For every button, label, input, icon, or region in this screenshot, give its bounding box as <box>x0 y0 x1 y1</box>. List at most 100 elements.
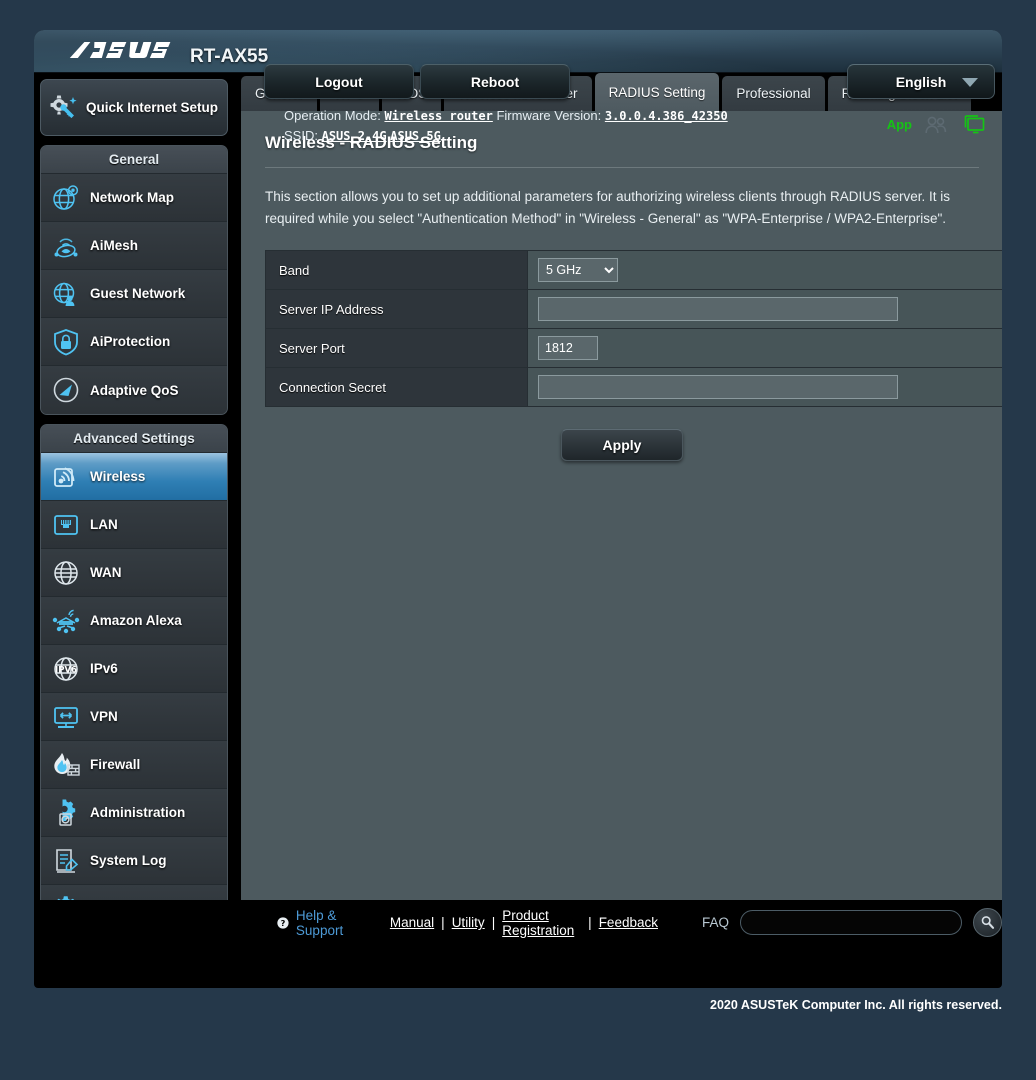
faq-label: FAQ <box>701 915 729 930</box>
language-selector[interactable]: English <box>847 64 995 99</box>
field-value-connection-secret <box>527 367 1002 407</box>
router-model: RT-AX55 <box>190 46 269 67</box>
band-select[interactable]: 5 GHz <box>538 258 618 282</box>
quick-internet-setup-button[interactable]: Quick Internet Setup <box>40 79 228 136</box>
brand: RT-AX55 <box>68 38 268 68</box>
footer-link-utility[interactable]: Utility <box>452 915 485 930</box>
sidebar-item-network-map[interactable]: Network Map <box>41 174 227 222</box>
quick-internet-setup-icon <box>50 95 77 118</box>
sidebar-item-label: Wireless <box>90 469 146 484</box>
asus-logo <box>67 38 178 68</box>
copyright-text: 2020 ASUSTeK Computer Inc. All rights re… <box>710 998 1002 1012</box>
chevron-down-icon <box>962 78 978 87</box>
sidebar-item-label: LAN <box>90 517 118 532</box>
faq-search-input[interactable] <box>740 910 962 935</box>
footer-link-product-registration[interactable]: Product Registration <box>502 908 581 938</box>
field-label-server-ip: Server IP Address <box>265 289 528 329</box>
nav-group-advanced-title: Advanced Settings <box>41 425 227 453</box>
faq-search-button[interactable] <box>973 908 1002 937</box>
firmware-value[interactable]: 3.0.0.4.386_42350 <box>605 109 728 123</box>
ssid-line: SSID: ASUS_2.4G ASUS_5G <box>284 126 728 146</box>
sidebar-item-label: AiMesh <box>90 238 139 253</box>
aimesh-icon <box>54 238 78 257</box>
help-support-group: ? Help & Support <box>277 908 374 938</box>
sidebar-item-ipv6[interactable]: IPV6 IPv6 <box>41 645 227 693</box>
field-label-server-port: Server Port <box>265 328 528 368</box>
footer-separator: | <box>588 915 592 930</box>
field-label-connection-secret: Connection Secret <box>265 367 528 407</box>
sidebar-item-vpn[interactable]: VPN <box>41 693 227 741</box>
sidebar-item-administration[interactable]: Administration <box>41 789 227 837</box>
lan-port-icon <box>54 514 78 535</box>
footer-link-manual[interactable]: Manual <box>390 915 434 930</box>
field-label-band: Band <box>265 250 528 290</box>
administration-gear-icon <box>59 798 76 826</box>
router-admin-page: RT-AX55 Logout Reboot English Operation … <box>0 0 1036 1080</box>
app-shortcut-row: App <box>887 114 986 135</box>
ipv6-icon: IPV6 <box>54 656 78 681</box>
network-map-icon <box>53 184 79 210</box>
tab-professional[interactable]: Professional <box>722 76 825 111</box>
sidebar-item-aimesh[interactable]: AiMesh <box>41 222 227 270</box>
sidebar-item-label: Administration <box>90 805 186 820</box>
wan-globe-icon <box>54 560 78 585</box>
adaptive-qos-gauge-icon <box>53 377 79 403</box>
nav-group-advanced-settings: Advanced Settings Wireless LAN WAN Amazo… <box>40 424 228 934</box>
logout-button[interactable]: Logout <box>264 64 414 99</box>
sidebar-item-adaptive-qos[interactable]: Adaptive QoS <box>41 366 227 414</box>
sidebar-item-aiprotection[interactable]: AiProtection <box>41 318 227 366</box>
sidebar-item-firewall[interactable]: Firewall <box>41 741 227 789</box>
app-label[interactable]: App <box>887 117 912 132</box>
help-support-label: Help & Support <box>295 907 344 938</box>
users-icon[interactable] <box>924 115 948 135</box>
search-icon <box>981 916 995 929</box>
table-row: Connection Secret <box>265 367 1002 407</box>
sidebar-item-label: VPN <box>90 709 118 724</box>
language-label: English <box>895 73 947 90</box>
field-value-band: 5 GHz <box>527 250 1002 290</box>
amazon-alexa-icon <box>52 609 80 633</box>
sidebar-item-wireless[interactable]: Wireless <box>41 453 227 501</box>
footer-separator: | <box>441 915 445 930</box>
vpn-monitor-icon <box>54 706 78 728</box>
help-circle-icon: ? <box>277 916 289 929</box>
footer-link-feedback[interactable]: Feedback <box>599 915 658 930</box>
asus-logo-icon <box>69 42 171 58</box>
system-log-icon <box>56 848 79 873</box>
operation-mode-value[interactable]: Wireless router <box>384 109 492 123</box>
svg-text:IPV6: IPV6 <box>55 665 77 675</box>
nav-group-general-title: General <box>41 146 227 174</box>
quick-internet-setup-label: Quick Internet Setup <box>86 99 219 115</box>
sidebar: Quick Internet Setup General Network Map… <box>40 79 235 934</box>
app-shell: RT-AX55 Logout Reboot English Operation … <box>34 30 1002 988</box>
apply-button[interactable]: Apply <box>561 429 683 461</box>
sidebar-item-amazon-alexa[interactable]: Amazon Alexa <box>41 597 227 645</box>
server-ip-input[interactable] <box>538 297 898 321</box>
ssid-5g-value[interactable]: ASUS_5G <box>390 129 441 143</box>
sidebar-item-label: Guest Network <box>90 286 186 301</box>
firmware-label: Firmware Version: <box>496 108 602 123</box>
screen-share-icon[interactable] <box>960 114 986 135</box>
wireless-signal-icon <box>54 466 75 487</box>
faq-group: FAQ <box>702 908 1002 937</box>
ssid-24g-value[interactable]: ASUS_2.4G <box>322 129 387 143</box>
firewall-flame-icon <box>54 752 80 776</box>
connection-secret-input[interactable] <box>538 375 898 399</box>
sidebar-item-label: Firewall <box>90 757 141 772</box>
server-port-input[interactable] <box>538 336 598 360</box>
sidebar-item-wan[interactable]: WAN <box>41 549 227 597</box>
page-description: This section allows you to set up additi… <box>265 189 951 226</box>
sidebar-item-guest-network[interactable]: Guest Network <box>41 270 227 318</box>
radius-settings-table: Band 5 GHz Server IP Address Server Port… <box>265 250 1002 407</box>
sidebar-item-label: Adaptive QoS <box>90 382 179 398</box>
sidebar-item-label: AiProtection <box>90 334 171 349</box>
title-divider <box>265 167 979 168</box>
field-value-server-ip <box>527 289 1002 329</box>
aiprotection-shield-icon <box>54 328 78 355</box>
operation-mode-line: Operation Mode: Wireless router Firmware… <box>284 106 728 126</box>
sidebar-item-system-log[interactable]: System Log <box>41 837 227 885</box>
body-row: Quick Internet Setup General Network Map… <box>34 73 1002 945</box>
main-content: General WPS WDS Wireless MAC Filter RADI… <box>241 73 1002 901</box>
sidebar-item-lan[interactable]: LAN <box>41 501 227 549</box>
reboot-button[interactable]: Reboot <box>420 64 570 99</box>
